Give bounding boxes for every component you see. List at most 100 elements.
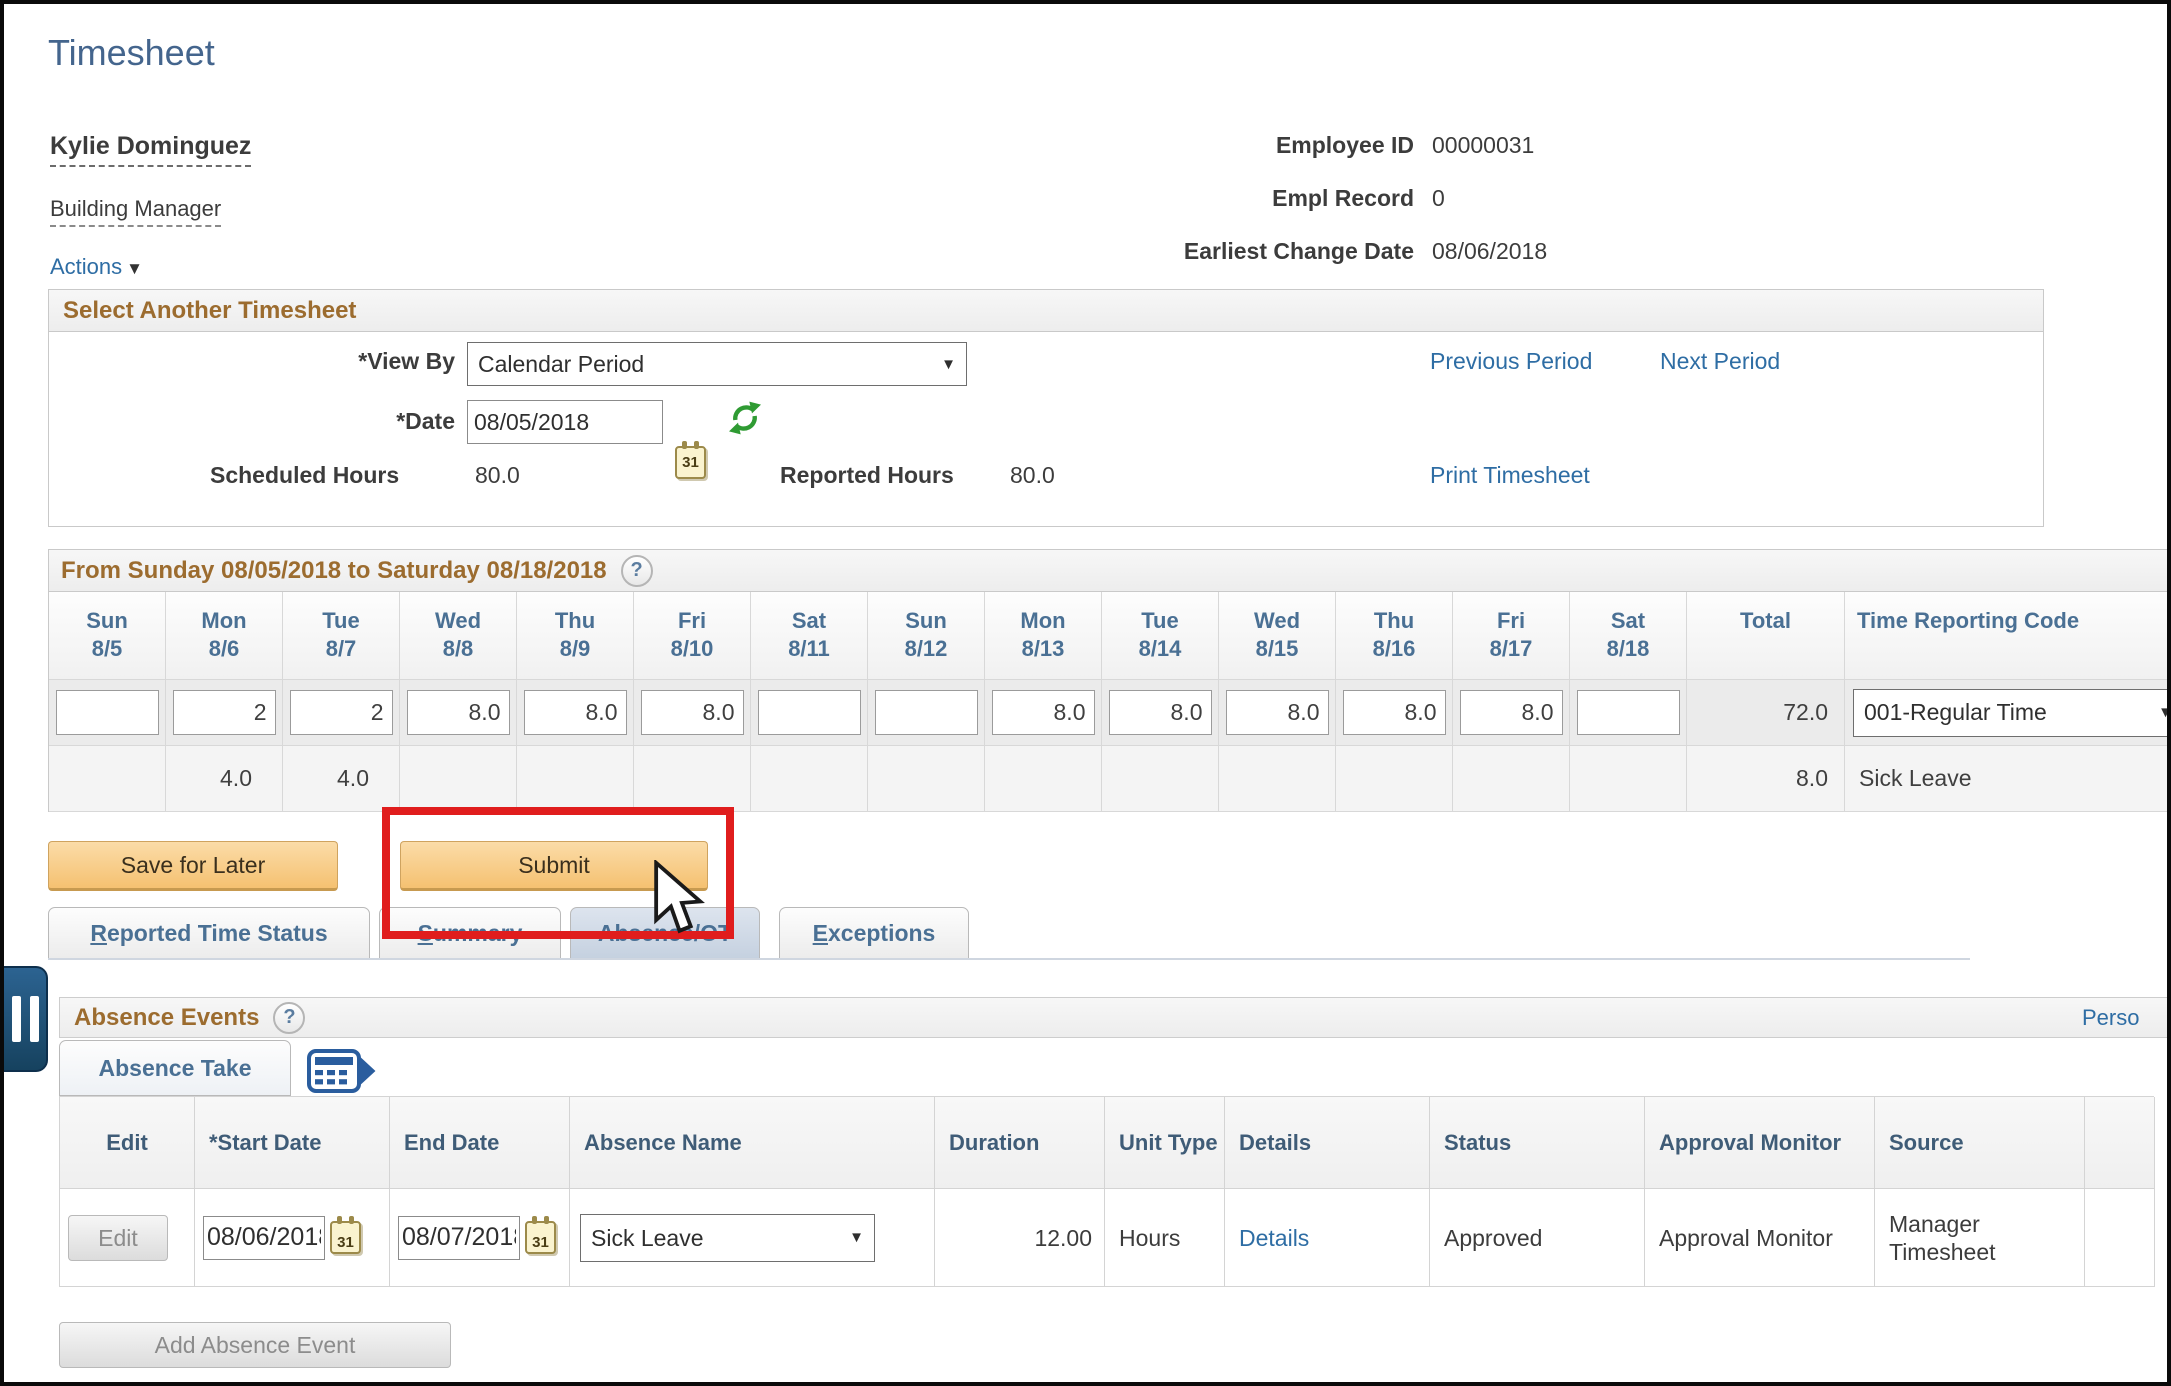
hours-input[interactable] — [992, 690, 1095, 735]
col-header-duration: Duration — [935, 1097, 1105, 1189]
empl-record-value: 0 — [1432, 185, 1674, 212]
actions-dropdown-icon: ▼ — [126, 259, 143, 278]
end-date-cell: 31 — [390, 1189, 570, 1287]
edit-button[interactable]: Edit — [68, 1215, 168, 1261]
view-by-value: Calendar Period — [478, 351, 644, 378]
previous-period-link[interactable]: Previous Period — [1430, 348, 1592, 375]
hours-input[interactable] — [56, 690, 159, 735]
actions-link[interactable]: Actions — [50, 254, 122, 279]
start-date-cell: 31 — [195, 1189, 390, 1287]
hours-cell — [868, 680, 985, 746]
hours-input[interactable] — [1343, 690, 1446, 735]
end-date-input[interactable] — [398, 1216, 520, 1260]
refresh-icon[interactable] — [725, 398, 765, 438]
timesheet-grid: From Sunday 08/05/2018 to Saturday 08/18… — [48, 549, 2171, 812]
day-header: Thu8/9 — [517, 592, 634, 680]
calendar-icon[interactable]: 31 — [525, 1221, 556, 1254]
day-header: Sat8/11 — [751, 592, 868, 680]
select-another-timesheet-groupbox: Select Another Timesheet *View By Calend… — [48, 289, 2044, 527]
personalize-link[interactable]: Perso — [2082, 1005, 2139, 1031]
row-total: 72.0 — [1687, 680, 1845, 746]
tab-exceptions[interactable]: Exceptions — [779, 907, 969, 959]
absence-name-cell: Sick Leave ▼ — [570, 1189, 935, 1287]
earliest-change-date-label: Earliest Change Date — [1154, 238, 1414, 265]
employee-id-value: 00000031 — [1432, 132, 1674, 159]
day-header: Sun8/12 — [868, 592, 985, 680]
row-total: 8.0 — [1687, 746, 1845, 812]
absence-table: Edit *Start Date End Date Absence Name D… — [59, 1096, 2154, 1287]
absence-hours-cell — [1219, 746, 1336, 812]
employee-info-panel: Employee ID 00000031 Empl Record 0 Earli… — [1154, 132, 1674, 265]
status-cell: Approved — [1430, 1189, 1645, 1287]
help-icon[interactable]: ? — [273, 1002, 305, 1034]
hours-cell — [1102, 680, 1219, 746]
view-by-select[interactable]: Calendar Period ▼ — [467, 342, 967, 386]
page-title: Timesheet — [48, 32, 215, 74]
col-header-unit-type: Unit Type — [1105, 1097, 1225, 1189]
col-header-approval-monitor: Approval Monitor — [1645, 1097, 1875, 1189]
trc-value: 001-Regular Time — [1864, 699, 2047, 726]
save-for-later-button[interactable]: Save for Later — [48, 841, 338, 891]
next-period-link[interactable]: Next Period — [1660, 348, 1780, 375]
employee-name[interactable]: Kylie Dominguez — [50, 132, 251, 167]
hours-cell — [1453, 680, 1570, 746]
absence-hours-cell — [634, 746, 751, 812]
hours-input[interactable] — [407, 690, 510, 735]
day-header: Wed8/8 — [400, 592, 517, 680]
absence-hours-cell: 4.0 — [283, 746, 400, 812]
panel-collapse-handle[interactable] — [4, 966, 48, 1072]
tab-reported-time-status[interactable]: Reported Time Status — [48, 907, 370, 959]
calendar-icon[interactable]: 31 — [330, 1221, 361, 1254]
hours-input[interactable] — [1577, 690, 1680, 735]
absence-name-select[interactable]: Sick Leave ▼ — [580, 1214, 875, 1262]
show-all-columns-icon[interactable] — [306, 1048, 376, 1094]
chevron-down-icon: ▼ — [941, 356, 956, 373]
pause-bar-icon — [30, 996, 39, 1042]
hours-input[interactable] — [173, 690, 276, 735]
help-icon[interactable]: ? — [621, 555, 653, 587]
col-header-source: Source — [1875, 1097, 2085, 1189]
tab-absence-take[interactable]: Absence Take — [59, 1040, 291, 1096]
day-header: Wed8/15 — [1219, 592, 1336, 680]
print-timesheet-link[interactable]: Print Timesheet — [1430, 462, 1590, 489]
day-header: Mon8/6 — [166, 592, 283, 680]
pause-bar-icon — [12, 996, 21, 1042]
hours-cell — [166, 680, 283, 746]
grid-table: Sun8/5 Mon8/6 Tue8/7 Wed8/8 Thu8/9 Fri8/… — [49, 592, 2171, 812]
absence-hours-cell — [985, 746, 1102, 812]
hours-input[interactable] — [290, 690, 393, 735]
start-date-input[interactable] — [203, 1216, 325, 1260]
hours-input[interactable] — [875, 690, 978, 735]
actions-menu[interactable]: Actions▼ — [50, 254, 143, 280]
hours-input[interactable] — [524, 690, 627, 735]
spacer-cell — [2085, 1189, 2155, 1287]
col-header-start-date: *Start Date — [195, 1097, 390, 1189]
hours-cell — [400, 680, 517, 746]
calendar-icon[interactable]: 31 — [675, 446, 706, 479]
trc-text: Sick Leave — [1845, 746, 2171, 812]
absence-hours-cell — [49, 746, 166, 812]
absence-events-title: Absence Events — [74, 1004, 259, 1032]
absence-hours-cell — [400, 746, 517, 812]
approval-monitor-cell: Approval Monitor — [1645, 1189, 1875, 1287]
col-header-status: Status — [1430, 1097, 1645, 1189]
trc-select[interactable]: 001-Regular Time ▼ — [1853, 689, 2171, 737]
date-input[interactable] — [467, 400, 663, 444]
hours-input[interactable] — [1226, 690, 1329, 735]
day-header: Sat8/18 — [1570, 592, 1687, 680]
add-absence-event-button[interactable]: Add Absence Event — [59, 1322, 451, 1368]
hours-input[interactable] — [758, 690, 861, 735]
details-link[interactable]: Details — [1239, 1224, 1309, 1252]
view-by-label: *View By — [199, 348, 455, 375]
absence-hours-cell: 4.0 — [166, 746, 283, 812]
grid-title-bar: From Sunday 08/05/2018 to Saturday 08/18… — [49, 550, 2171, 592]
hours-cell — [751, 680, 868, 746]
hours-input[interactable] — [1460, 690, 1563, 735]
employee-job-title[interactable]: Building Manager — [50, 196, 221, 227]
hours-cell — [49, 680, 166, 746]
annotation-highlight-box — [382, 807, 734, 939]
hours-input[interactable] — [641, 690, 744, 735]
edit-cell: Edit — [60, 1189, 195, 1287]
hours-input[interactable] — [1109, 690, 1212, 735]
absence-hours-cell — [868, 746, 985, 812]
